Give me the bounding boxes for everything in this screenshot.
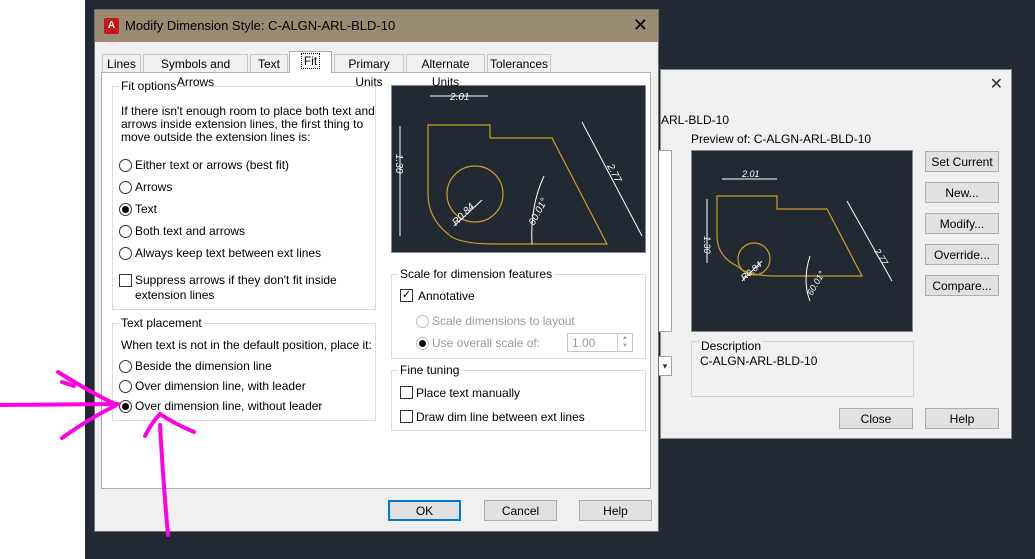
dim-label: 60.01° — [527, 197, 550, 228]
fit-options-group: Fit options If there isn't enough room t… — [112, 79, 376, 310]
radio-overall-scale[interactable] — [416, 337, 429, 350]
overall-scale-value[interactable]: 1.00 — [572, 336, 595, 350]
preview-image: 2.01 1.30 2.77 R0.84 60.01° — [391, 85, 646, 253]
checkbox-label[interactable]: Place text manually — [416, 386, 520, 400]
description-value: C-ALGN-ARL-BLD-10 — [700, 354, 818, 368]
draw-dim-line-checkbox[interactable] — [400, 410, 413, 423]
styles-list[interactable] — [659, 150, 672, 332]
tab-label: Tolerances — [489, 57, 549, 71]
group-title: Text placement — [119, 316, 204, 330]
tab-fit[interactable]: Fit — [289, 51, 332, 73]
radio-beside-dim-line[interactable] — [119, 360, 132, 373]
radio-label[interactable]: Over dimension line, with leader — [135, 379, 306, 393]
annotative-checkbox[interactable]: ✓ — [400, 289, 413, 302]
radio-arrows[interactable] — [119, 181, 132, 194]
checkbox-label[interactable]: Draw dim line between ext lines — [416, 410, 585, 424]
tab-symbols-and-arrows[interactable]: Symbols and Arrows — [143, 54, 248, 89]
close-button[interactable]: Close — [839, 408, 913, 429]
modify-dimension-style-dialog: A Modify Dimension Style: C-ALGN-ARL-BLD… — [94, 9, 659, 532]
set-current-button[interactable]: Set Current — [925, 151, 999, 172]
checkbox-label[interactable]: Suppress arrows if they don't fit inside — [135, 273, 337, 287]
chevron-down-icon: ▾ — [662, 361, 668, 371]
cancel-button[interactable]: Cancel — [484, 500, 557, 521]
radio-label[interactable]: Over dimension line, without leader — [135, 399, 322, 413]
back-preview-drawing: 2.01 1.30 2.77 R0.84 60.01° — [702, 169, 893, 302]
tab-label: Text — [257, 57, 280, 71]
radio-always-keep-text[interactable] — [119, 247, 132, 260]
dim-label: 2.77 — [604, 161, 624, 185]
check-icon: ✓ — [401, 289, 412, 301]
description-title: Description — [700, 339, 763, 353]
radio-label[interactable]: Scale dimensions to layout — [432, 314, 575, 328]
dim-label: 1.30 — [702, 236, 712, 254]
dim-label: 2.01 — [741, 169, 760, 179]
list-filter-dropdown[interactable]: ▾ — [659, 356, 672, 376]
dim-label: R0.84 — [450, 201, 477, 228]
group-title: Fine tuning — [398, 363, 462, 377]
checkbox-label[interactable]: extension lines — [135, 288, 214, 302]
radio-label[interactable]: Either text or arrows (best fit) — [135, 158, 289, 172]
scale-group: Scale for dimension features ✓ Annotativ… — [391, 267, 646, 359]
place-text-manually-checkbox[interactable] — [400, 386, 413, 399]
dim-label: R0.84 — [739, 259, 764, 282]
preview-drawing: 2.01 1.30 2.77 R0.84 60.01° — [393, 92, 643, 245]
new-button[interactable]: New... — [925, 182, 999, 203]
radio-text[interactable] — [119, 203, 132, 216]
spin-down-icon[interactable]: ▼ — [622, 343, 628, 349]
radio-best-fit[interactable] — [119, 159, 132, 172]
radio-label[interactable]: Arrows — [135, 180, 172, 194]
dimension-style-manager-dialog: ✕ ARL-BLD-10 ▾ Preview of: C-ALGN-ARL-BL… — [659, 69, 1012, 439]
radio-both-text-arrows[interactable] — [119, 225, 132, 238]
tab-alternate-units[interactable]: Alternate Units — [406, 54, 485, 89]
radio-over-with-leader[interactable] — [119, 380, 132, 393]
radio-label[interactable]: Always keep text between ext lines — [135, 246, 321, 260]
text-placement-description: When text is not in the default position… — [121, 338, 372, 352]
tab-label: Lines — [107, 57, 136, 71]
radio-over-without-leader[interactable] — [119, 400, 132, 413]
radio-label[interactable]: Text — [135, 202, 157, 216]
radio-scale-to-layout[interactable] — [416, 315, 429, 328]
dim-label: 1.30 — [393, 154, 404, 174]
compare-button[interactable]: Compare... — [925, 275, 999, 296]
override-button[interactable]: Override... — [925, 244, 999, 265]
description-box: Description C-ALGN-ARL-BLD-10 — [691, 339, 914, 397]
radio-label[interactable]: Use overall scale of: — [432, 336, 540, 350]
tab-label: Fit — [300, 53, 321, 69]
autocad-app-icon: A — [104, 18, 119, 34]
help-button[interactable]: Help — [579, 500, 652, 521]
close-icon[interactable]: ✕ — [633, 15, 648, 36]
ok-button[interactable]: OK — [388, 500, 461, 521]
modify-button[interactable]: Modify... — [925, 213, 999, 234]
dim-label: 2.01 — [449, 92, 469, 103]
preview-of-label: Preview of: C-ALGN-ARL-BLD-10 — [691, 132, 872, 146]
back-help-button[interactable]: Help — [925, 408, 999, 429]
fit-tab-panel: Fit options If there isn't enough room t… — [101, 72, 651, 489]
back-dialog-close-button[interactable]: ✕ — [990, 74, 1003, 94]
dialog-title: Modify Dimension Style: C-ALGN-ARL-BLD-1… — [125, 18, 396, 33]
fine-tuning-group: Fine tuning Place text manually Draw dim… — [391, 363, 646, 431]
radio-label[interactable]: Both text and arrows — [135, 224, 245, 238]
suppress-arrows-checkbox[interactable] — [119, 274, 132, 287]
fit-description-line: If there isn't enough room to place both… — [121, 104, 375, 118]
style-name-label: ARL-BLD-10 — [661, 113, 730, 127]
tab-lines[interactable]: Lines — [102, 54, 141, 72]
stepper-arrows[interactable]: ▲ ▼ — [617, 334, 632, 351]
fit-description-line: move outside the extension lines is: — [121, 130, 311, 144]
checkbox-label[interactable]: Annotative — [418, 289, 475, 303]
tab-text[interactable]: Text — [250, 54, 288, 72]
back-preview-image: 2.01 1.30 2.77 R0.84 60.01° — [691, 150, 913, 332]
group-title: Scale for dimension features — [398, 267, 555, 281]
spin-up-icon[interactable]: ▲ — [622, 335, 628, 341]
tab-tolerances[interactable]: Tolerances — [487, 54, 551, 72]
fit-description-line: arrows inside extension lines, the first… — [121, 117, 364, 131]
group-title: Fit options — [119, 79, 179, 93]
overall-scale-stepper[interactable]: 1.00 ▲ ▼ — [567, 333, 633, 352]
tab-primary-units[interactable]: Primary Units — [334, 54, 404, 89]
text-placement-group: Text placement When text is not in the d… — [112, 316, 376, 421]
radio-label[interactable]: Beside the dimension line — [135, 359, 272, 373]
dim-label: 60.01° — [805, 269, 827, 297]
title-bar[interactable]: A Modify Dimension Style: C-ALGN-ARL-BLD… — [95, 10, 658, 42]
